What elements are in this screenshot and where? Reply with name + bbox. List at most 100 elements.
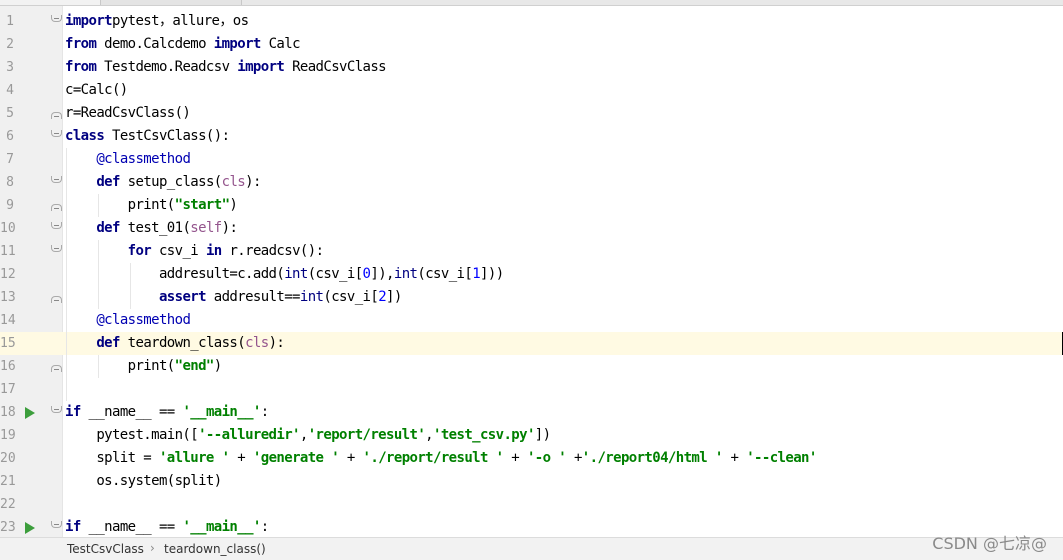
fold-end-icon[interactable] (51, 365, 62, 372)
breadcrumb: TestCsvClass › teardown_class() (0, 537, 1063, 560)
code-line[interactable]: 3 from Testdemo.Readcsv import ReadCsvCla… (0, 56, 1063, 79)
run-icon[interactable] (25, 407, 35, 419)
code-line[interactable]: 20 split = 'allure ' + 'generate ' + './… (0, 447, 1063, 470)
fold-collapse-icon[interactable] (51, 245, 62, 252)
code-token: addresult== (205, 289, 301, 305)
code-line[interactable]: 22 (0, 493, 1063, 516)
code-token: 'report/result' (307, 427, 426, 443)
code-line[interactable]: 15 def teardown_class(cls): (0, 332, 1063, 355)
code-line[interactable]: 14 @classmethod (0, 309, 1063, 332)
code-line[interactable]: 7 @classmethod (0, 148, 1063, 171)
fold-collapse-icon[interactable] (51, 15, 62, 22)
code-line[interactable]: 9 print("start") (0, 194, 1063, 217)
fold-collapse-icon[interactable] (51, 521, 62, 528)
code-token: '__main__' (182, 404, 261, 420)
fold-collapse-icon[interactable] (51, 130, 62, 137)
code-line[interactable]: 10 def test_01(self): (0, 217, 1063, 240)
code-text[interactable]: from demo.Calcdemo import Calc (65, 33, 301, 56)
code-line[interactable]: 21 os.system(split) (0, 470, 1063, 493)
code-text[interactable]: print("start") (65, 194, 238, 217)
code-token: split = (65, 450, 159, 466)
line-number: 10 (0, 221, 16, 236)
code-text[interactable]: pytest.main(['--alluredir','report/resul… (65, 424, 551, 447)
breadcrumb-separator-icon: › (150, 541, 155, 555)
code-line[interactable]: 11 for csv_i in r.readcsv(): (0, 240, 1063, 263)
code-text[interactable]: @classmethod (65, 309, 191, 332)
code-token: ): (245, 174, 261, 190)
line-number: 3 (6, 60, 14, 75)
code-token: def (96, 335, 120, 351)
indent-guide (98, 240, 99, 309)
code-text[interactable]: from Testdemo.Readcsv import ReadCsvClas… (65, 56, 387, 79)
code-text[interactable]: c=Calc() (65, 79, 128, 102)
code-token: c=Calc() (65, 82, 128, 98)
code-token: 'allure ' (158, 450, 230, 466)
code-token: from (65, 59, 97, 75)
code-token: print( (65, 197, 176, 213)
code-text[interactable]: @classmethod (65, 148, 191, 171)
code-token: r.readcsv(): (221, 243, 324, 259)
line-number: 9 (6, 198, 14, 213)
line-number: 13 (0, 290, 16, 305)
code-token: ]) (386, 289, 402, 305)
code-text[interactable]: split = 'allure ' + 'generate ' + './rep… (65, 447, 817, 470)
line-number: 20 (0, 451, 16, 466)
code-token: + (566, 450, 582, 466)
code-text[interactable]: def setup_class(cls): (65, 171, 261, 194)
indent-guide (66, 148, 67, 401)
code-line[interactable]: 6 class TestCsvClass(): (0, 125, 1063, 148)
code-token: './report04/html ' (581, 450, 724, 466)
code-token: '__main__' (182, 519, 261, 535)
code-token: + (503, 450, 527, 466)
fold-end-icon[interactable] (51, 296, 62, 303)
code-text[interactable]: def test_01(self): (65, 217, 238, 240)
code-token: '-o ' (526, 450, 567, 466)
code-text[interactable]: importpytest，allure，os (65, 10, 249, 33)
code-line[interactable]: 2 from demo.Calcdemo import Calc (0, 33, 1063, 56)
code-text[interactable]: if __name__ == '__main__': (65, 516, 269, 539)
code-line[interactable]: 18 if __name__ == '__main__': (0, 401, 1063, 424)
code-token: ， (158, 13, 173, 29)
code-token: r=ReadCsvClass() (65, 105, 191, 121)
run-icon[interactable] (25, 522, 35, 534)
code-token: + (339, 450, 363, 466)
fold-collapse-icon[interactable] (51, 176, 62, 183)
code-line[interactable]: 5 r=ReadCsvClass() (0, 102, 1063, 125)
code-line[interactable]: 17 (0, 378, 1063, 401)
code-line[interactable]: 19 pytest.main(['--alluredir','report/re… (0, 424, 1063, 447)
code-line[interactable]: 12 addresult=c.add(int(csv_i[0]),int(csv… (0, 263, 1063, 286)
fold-end-icon[interactable] (51, 112, 62, 119)
fold-collapse-icon[interactable] (51, 222, 62, 229)
code-text[interactable]: assert addresult==int(csv_i[2]) (65, 286, 402, 309)
code-line[interactable]: 23 if __name__ == '__main__': (0, 516, 1063, 539)
code-line[interactable]: 1 importpytest，allure，os (0, 10, 1063, 33)
code-text[interactable]: os.system(split) (65, 470, 222, 493)
line-number: 15 (0, 336, 16, 351)
fold-collapse-icon[interactable] (51, 406, 62, 413)
file-tab-active[interactable] (0, 0, 101, 5)
code-token: Testdemo.Readcsv (96, 59, 238, 75)
code-token: ): (268, 335, 285, 351)
code-token: (csv_i[ (307, 266, 363, 282)
line-number: 14 (0, 313, 16, 328)
code-text[interactable]: if __name__ == '__main__': (65, 401, 269, 424)
breadcrumb-method[interactable]: teardown_class() (164, 542, 266, 556)
line-number: 18 (0, 405, 16, 420)
code-token: import (213, 36, 262, 52)
code-token: 2 (378, 289, 387, 305)
code-line[interactable]: 13 assert addresult==int(csv_i[2]) (0, 286, 1063, 309)
watermark: CSDN @七凉@ (932, 534, 1047, 553)
code-text[interactable]: for csv_i in r.readcsv(): (65, 240, 324, 263)
code-text[interactable]: def teardown_class(cls): (65, 332, 285, 355)
indent-guide (98, 355, 99, 378)
code-line[interactable]: 16 print("end") (0, 355, 1063, 378)
code-token: from (65, 36, 97, 52)
code-text[interactable]: print("end") (65, 355, 223, 378)
file-tab[interactable] (101, 0, 242, 5)
breadcrumb-class[interactable]: TestCsvClass (67, 542, 144, 556)
code-line[interactable]: 4 c=Calc() (0, 79, 1063, 102)
code-text[interactable]: r=ReadCsvClass() (65, 102, 191, 125)
fold-end-icon[interactable] (51, 204, 62, 211)
code-text[interactable]: class TestCsvClass(): (65, 125, 230, 148)
code-line[interactable]: 8 def setup_class(cls): (0, 171, 1063, 194)
